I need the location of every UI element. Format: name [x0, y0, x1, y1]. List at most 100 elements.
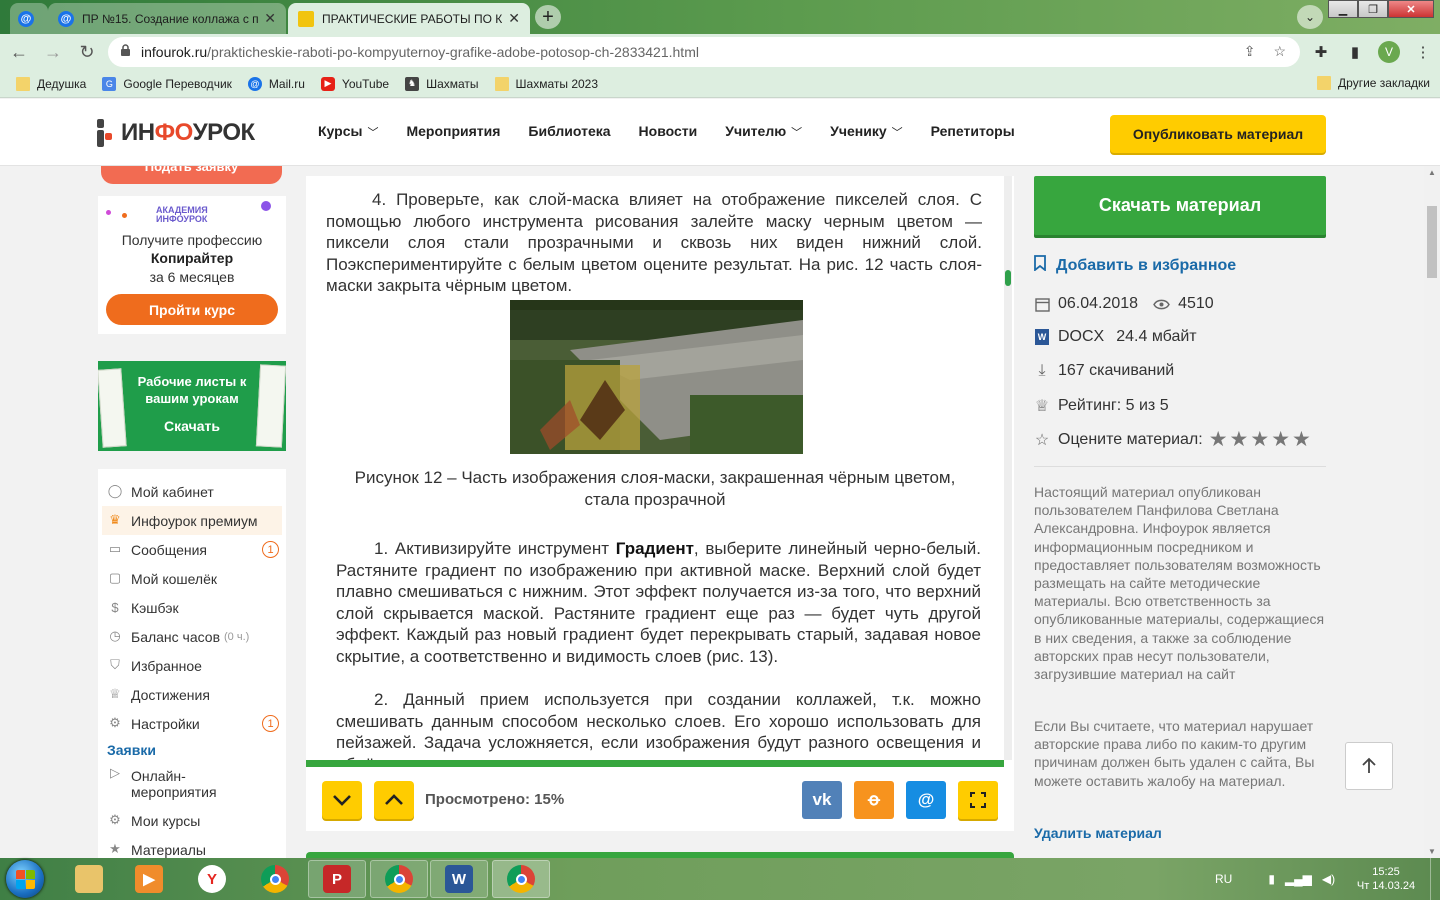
show-desktop-button[interactable] — [1430, 858, 1440, 900]
nav-item-news[interactable]: Новости — [639, 123, 698, 140]
browser-tab[interactable]: @ ПР №15. Создание коллажа с п ✕ — [48, 3, 286, 34]
reload-icon[interactable]: ↻ — [72, 37, 102, 67]
other-bookmarks[interactable]: Другие закладки — [1317, 76, 1430, 90]
menu-item-settings[interactable]: ⚙ Настройки 1 — [98, 709, 286, 738]
signal-icon[interactable]: ▂▄▆ — [1285, 872, 1312, 886]
bookmark-item[interactable]: ♞ Шахматы — [405, 76, 479, 91]
word-icon: W — [445, 865, 473, 893]
menu-item-premium[interactable]: ♛ Инфоурок премиум — [102, 506, 282, 535]
forward-arrow-icon[interactable]: → — [38, 37, 68, 67]
menu-item-online-events[interactable]: ▷ Онлайн-мероприятия — [98, 762, 286, 806]
infourok-logo[interactable]: ИН ФО УРОК — [97, 119, 255, 147]
figure-12-image — [510, 300, 803, 454]
browser-tab-active[interactable]: ПРАКТИЧЕСКИЕ РАБОТЫ ПО КО ✕ — [288, 3, 530, 34]
browser-tab-pinned[interactable]: @ — [10, 3, 48, 34]
worksheets-download-button[interactable]: Скачать — [126, 418, 258, 434]
new-tab-button[interactable]: + — [535, 5, 561, 29]
bookmark-item[interactable]: ▶ YouTube — [320, 76, 389, 91]
p-app-icon: P — [323, 865, 351, 893]
nav-item-courses[interactable]: Курсы ﹀ — [318, 123, 378, 140]
network-icon[interactable]: ▮ — [1268, 872, 1275, 886]
rating-star-icon[interactable]: ★ — [1209, 429, 1228, 450]
menu-item-cabinet[interactable]: ◯ Мой кабинет — [98, 477, 286, 506]
bookmark-label: Дедушка — [37, 76, 87, 91]
file-info: W DOCX 24.4 мбайт — [1034, 328, 1197, 346]
windows-taskbar: ▶ Y P W RU ▮ ▂▄▆ ◀) 15:25 Чт 14.03.24 — [0, 858, 1440, 900]
more-menu-icon[interactable]: ⋮ — [1412, 37, 1434, 67]
rating-star-icon[interactable]: ★ — [1230, 429, 1249, 450]
taskbar-yandex[interactable]: Y — [183, 860, 241, 898]
menu-item-cashback[interactable]: $ Кэшбэк — [98, 593, 286, 622]
tab-search-chevron-icon[interactable]: ⌄ — [1297, 5, 1323, 29]
menu-item-wallet[interactable]: ▢ Мой кошелёк — [98, 564, 286, 593]
scrollbar-thumb[interactable] — [1005, 270, 1011, 286]
nav-item-events[interactable]: Мероприятия — [406, 123, 500, 140]
menu-item-achievements[interactable]: ♕ Достижения — [98, 680, 286, 709]
bookmark-item[interactable]: Шахматы 2023 — [494, 76, 598, 91]
bookmarks-bar: Дедушка G Google Переводчик @ Mail.ru ▶ You… — [0, 70, 1440, 98]
nav-item-library[interactable]: Библиотека — [528, 123, 610, 140]
address-bar[interactable]: infourok.ru/prakticheskie-raboti-po-komp… — [108, 37, 1300, 67]
bookmark-star-icon[interactable]: ☆ — [1273, 43, 1286, 60]
taskbar-chrome[interactable] — [246, 860, 304, 898]
tab-close-icon[interactable]: ✕ — [264, 10, 276, 27]
menu-item-messages[interactable]: ▭ Сообщения 1 — [98, 535, 286, 564]
url-path: /prakticheskie-raboti-po-kompyuternoy-gr… — [207, 44, 699, 60]
submit-application-button[interactable]: Подать заявку — [101, 166, 282, 184]
extensions-puzzle-icon[interactable]: ✚ — [1310, 37, 1332, 67]
take-course-button[interactable]: Пройти курс — [106, 294, 278, 325]
page-up-button[interactable] — [374, 781, 414, 819]
side-panel-icon[interactable]: ▮ — [1344, 37, 1366, 67]
taskbar-chrome-window[interactable] — [370, 860, 428, 898]
document-scrollbar[interactable] — [1004, 176, 1012, 760]
nav-item-student[interactable]: Ученику ﹀ — [830, 123, 902, 140]
worksheet-thumb — [98, 368, 127, 448]
nav-item-teacher[interactable]: Учителю ﹀ — [725, 123, 802, 140]
start-button[interactable] — [6, 860, 44, 898]
fullscreen-button[interactable] — [958, 781, 998, 819]
fullscreen-icon — [970, 792, 986, 808]
delete-material-link[interactable]: Удалить материал — [1034, 825, 1162, 841]
document-content[interactable]: 4. Проверьте, как слой-маска влияет на о… — [306, 176, 1006, 760]
minimize-button[interactable]: ▁ — [1328, 0, 1358, 18]
scroll-up-arrow-icon[interactable]: ▲ — [1428, 168, 1436, 177]
taskbar-app-p[interactable]: P — [308, 860, 366, 898]
share-mail-button[interactable]: @ — [906, 781, 946, 819]
rating-stars[interactable]: ★ ★ ★ ★ ★ — [1209, 429, 1311, 450]
menu-item-hours[interactable]: ◷ Баланс часов (0 ч.) — [98, 622, 286, 651]
taskbar-word[interactable]: W — [430, 860, 488, 898]
taskbar-media-player[interactable]: ▶ — [120, 860, 178, 898]
volume-icon[interactable]: ◀) — [1322, 872, 1335, 886]
page-down-button[interactable] — [322, 781, 362, 819]
page-scrollbar[interactable]: ▲ ▼ — [1424, 166, 1440, 858]
scrollbar-thumb[interactable] — [1427, 206, 1437, 278]
publish-material-button[interactable]: Опубликовать материал — [1110, 115, 1326, 153]
bookmark-item[interactable]: Дедушка — [16, 76, 87, 91]
back-arrow-icon[interactable]: ← — [4, 37, 34, 67]
share-icon[interactable]: ⇪ — [1244, 43, 1256, 60]
restore-button[interactable]: ❐ — [1358, 0, 1388, 18]
share-ok-button[interactable]: ꝋ — [854, 781, 894, 819]
menu-item-favorites[interactable]: ⛉ Избранное — [98, 651, 286, 680]
rating-star-icon[interactable]: ★ — [1271, 429, 1290, 450]
share-vk-button[interactable]: vk — [802, 781, 842, 819]
taskbar-clock[interactable]: 15:25 Чт 14.03.24 — [1353, 865, 1419, 893]
rating-star-icon[interactable]: ★ — [1250, 429, 1269, 450]
bookmark-item[interactable]: G Google Переводчик — [102, 76, 232, 91]
bookmark-item[interactable]: @ Mail.ru — [247, 76, 305, 91]
profile-avatar[interactable]: V — [1378, 41, 1400, 63]
nav-item-tutors[interactable]: Репетиторы — [931, 123, 1015, 140]
folder-icon — [494, 76, 509, 91]
download-material-button[interactable]: Скачать материал — [1034, 176, 1326, 235]
tab-close-icon[interactable]: ✕ — [508, 10, 520, 27]
worksheets-banner[interactable]: Рабочие листы к вашим урокам Скачать — [98, 361, 286, 451]
scroll-down-arrow-icon[interactable]: ▼ — [1428, 847, 1436, 856]
add-to-favorites-link[interactable]: Добавить в избранное — [1034, 255, 1236, 276]
taskbar-explorer[interactable] — [60, 860, 118, 898]
window-close-button[interactable]: ✕ — [1388, 0, 1434, 18]
rating-star-icon[interactable]: ★ — [1292, 429, 1311, 450]
language-indicator[interactable]: RU — [1215, 872, 1232, 886]
menu-item-my-courses[interactable]: ⚙ Мои курсы — [98, 806, 286, 835]
taskbar-chrome-active[interactable] — [492, 860, 550, 898]
scroll-to-top-button[interactable] — [1345, 742, 1393, 790]
